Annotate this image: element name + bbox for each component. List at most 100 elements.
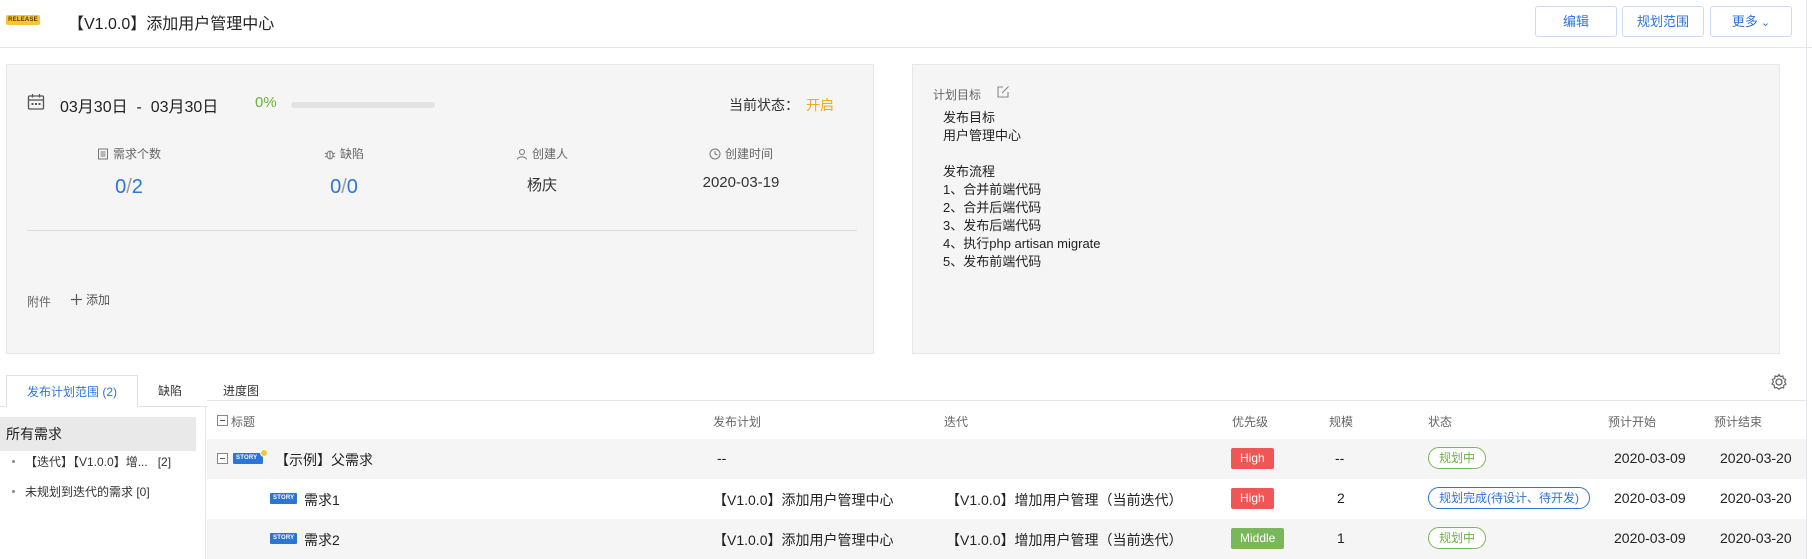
- bullet-icon: [12, 460, 15, 463]
- col-size[interactable]: 规模: [1329, 413, 1353, 430]
- tree-item-count: [2]: [157, 454, 172, 469]
- stat-creator: 创建人 杨庆: [452, 145, 632, 195]
- stat-created-time-value: 2020-03-19: [702, 174, 780, 191]
- page-title: 【V1.0.0】添加用户管理中心: [68, 16, 275, 33]
- list-icon: [97, 148, 108, 159]
- stat-created-time-label: 创建时间: [724, 147, 773, 161]
- status-value: 开启: [806, 97, 834, 113]
- row-release-plan[interactable]: 【V1.0.0】添加用户管理中心: [713, 530, 893, 550]
- col-title[interactable]: 标题: [231, 413, 255, 430]
- tree-item-label: 【迭代】【V1.0.0】增...: [25, 455, 148, 469]
- add-attachment-label: 添加: [86, 293, 111, 307]
- row-start: 2020-03-09: [1614, 530, 1686, 546]
- bullet-icon: [12, 490, 15, 493]
- user-icon: [516, 148, 527, 160]
- row-size: 1: [1337, 530, 1345, 546]
- progress-percent: 0%: [255, 94, 277, 111]
- goal-line: 发布流程: [943, 164, 996, 179]
- stat-stories-label: 需求个数: [112, 147, 161, 161]
- status-badge: 规划完成(待设计、待开发): [1428, 487, 1590, 509]
- release-badge: RELEASE: [6, 15, 40, 25]
- stat-created-time: 创建时间 2020-03-19: [651, 145, 831, 191]
- attachments-label: 附件: [27, 295, 52, 309]
- priority-badge: High: [1231, 448, 1274, 469]
- stat-stories-value[interactable]: 0/2: [39, 176, 219, 199]
- priority-badge: High: [1231, 488, 1274, 509]
- status-badge: 规划中: [1428, 447, 1487, 469]
- chevron-down-icon: ⌄: [1760, 17, 1771, 29]
- info-divider: [27, 230, 857, 231]
- col-priority[interactable]: 优先级: [1232, 413, 1268, 430]
- calendar-icon: [27, 94, 45, 110]
- plus-icon: [71, 294, 82, 305]
- goal-line: 5、发布前端代码: [943, 254, 1042, 269]
- tree-title[interactable]: 所有需求: [0, 417, 196, 451]
- story-badge: STORY: [233, 453, 263, 464]
- release-info-panel: 03月30日 - 03月30日 0% 当前状态： 开启 需求个数 0/2 缺陷 …: [6, 64, 874, 354]
- goal-line: [943, 145, 1101, 163]
- row-start: 2020-03-09: [1614, 490, 1686, 506]
- col-release-plan[interactable]: 发布计划: [713, 413, 761, 430]
- col-end[interactable]: 预计结束: [1714, 413, 1762, 430]
- stat-stories: 需求个数 0/2: [39, 145, 219, 199]
- gear-icon[interactable]: [1770, 373, 1788, 391]
- col-iteration[interactable]: 迭代: [944, 413, 968, 430]
- stat-bugs: 缺陷 0/0: [254, 145, 434, 199]
- row-size: 2: [1337, 490, 1345, 506]
- col-start[interactable]: 预计开始: [1608, 413, 1656, 430]
- status-badge: 规划中: [1428, 527, 1487, 549]
- stat-bugs-label: 缺陷: [339, 147, 364, 161]
- row-title[interactable]: 【示例】父需求: [275, 450, 373, 470]
- goal-line: 4、执行php artisan migrate: [943, 236, 1101, 251]
- priority-badge: Middle: [1231, 528, 1285, 549]
- goal-line: 3、发布后端代码: [943, 218, 1042, 233]
- tree-item-label: 未规划到迭代的需求 [0]: [25, 485, 150, 499]
- stat-creator-value: 杨庆: [526, 177, 557, 194]
- page-header: RELEASE 【V1.0.0】添加用户管理中心 编辑 规划范围 更多 ⌄: [0, 0, 1812, 48]
- row-end: 2020-03-20: [1720, 530, 1792, 546]
- plan-scope-button[interactable]: 规划范围: [1622, 6, 1704, 37]
- goal-line: 2、合并后端代码: [943, 200, 1042, 215]
- row-size: --: [1335, 450, 1345, 466]
- table-row[interactable]: STORY 需求1 【V1.0.0】添加用户管理中心 【V1.0.0】增加用户管…: [207, 479, 1806, 519]
- tree-item-unplanned[interactable]: 未规划到迭代的需求 [0]: [12, 483, 150, 500]
- table-row[interactable]: STORY 需求2 【V1.0.0】添加用户管理中心 【V1.0.0】增加用户管…: [207, 519, 1806, 559]
- progress-bar: [291, 102, 435, 108]
- row-title[interactable]: 需求2: [304, 530, 340, 550]
- col-status[interactable]: 状态: [1428, 413, 1452, 430]
- date-range: 03月30日 - 03月30日: [60, 99, 219, 116]
- row-release-plan[interactable]: 【V1.0.0】添加用户管理中心: [713, 490, 893, 510]
- collapse-icon[interactable]: [217, 453, 228, 464]
- edit-button[interactable]: 编辑: [1535, 6, 1617, 37]
- goal-line: 用户管理中心: [943, 128, 1022, 143]
- goal-line: 1、合并前端代码: [943, 182, 1042, 197]
- more-button[interactable]: 更多 ⌄: [1710, 6, 1792, 37]
- bug-icon: [324, 150, 336, 159]
- row-start: 2020-03-09: [1614, 450, 1686, 466]
- right-edge-divider: [1806, 0, 1807, 559]
- collapse-all-icon[interactable]: [217, 415, 228, 426]
- tab-bugs[interactable]: 缺陷: [148, 375, 192, 407]
- row-end: 2020-03-20: [1720, 490, 1792, 506]
- tree-item-iteration[interactable]: 【迭代】【V1.0.0】增... [2]: [12, 453, 171, 470]
- table-row[interactable]: STORY 【示例】父需求 -- High -- 规划中 2020-03-09 …: [207, 439, 1806, 479]
- goal-line: 发布目标: [943, 110, 996, 125]
- stat-creator-label: 创建人: [531, 147, 568, 161]
- more-button-label: 更多: [1731, 14, 1758, 29]
- edit-icon[interactable]: [996, 85, 1010, 99]
- tab-release-scope[interactable]: 发布计划范围 (2): [6, 375, 138, 407]
- row-title[interactable]: 需求1: [304, 490, 340, 510]
- stat-bugs-value[interactable]: 0/0: [254, 176, 434, 199]
- table-header: 标题 发布计划 迭代 优先级 规模 状态 预计开始 预计结束: [207, 400, 1806, 439]
- add-attachment-button[interactable]: 添加: [71, 291, 110, 308]
- plan-goal-text: 发布目标 用户管理中心 发布流程 1、合并前端代码 2、合并后端代码 3、发布后…: [943, 109, 1101, 271]
- story-badge: STORY: [270, 493, 298, 504]
- row-iteration[interactable]: 【V1.0.0】增加用户管理（当前迭代）: [946, 530, 1182, 550]
- status-label: 当前状态：: [729, 97, 799, 113]
- plan-goal-label: 计划目标: [933, 88, 982, 102]
- row-release-plan: --: [717, 450, 727, 466]
- story-badge: STORY: [270, 533, 298, 544]
- parent-flag-icon: [260, 449, 268, 457]
- row-iteration[interactable]: 【V1.0.0】增加用户管理（当前迭代）: [946, 490, 1182, 510]
- clock-icon: [709, 148, 721, 159]
